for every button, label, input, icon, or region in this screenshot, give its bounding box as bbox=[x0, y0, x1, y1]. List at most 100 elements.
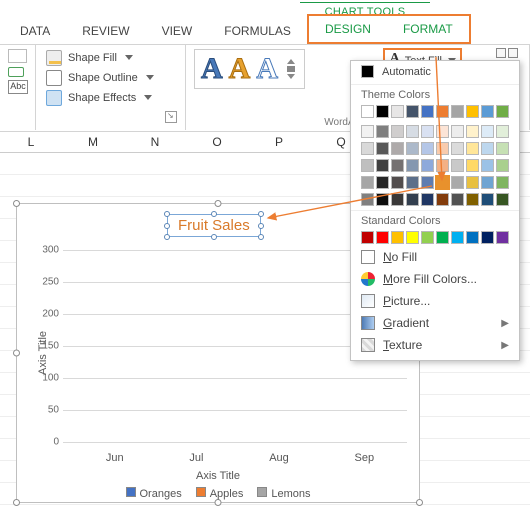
texture-item[interactable]: Texture ▶ bbox=[351, 334, 519, 356]
color-swatch[interactable] bbox=[496, 159, 509, 172]
color-swatch[interactable] bbox=[466, 159, 479, 172]
wordart-preset-2[interactable]: A bbox=[229, 54, 251, 84]
color-swatch[interactable] bbox=[481, 105, 494, 118]
color-swatch[interactable] bbox=[376, 125, 389, 138]
wordart-preset-1[interactable]: A bbox=[201, 54, 223, 84]
col-header[interactable]: P bbox=[248, 132, 310, 152]
color-swatch[interactable] bbox=[496, 142, 509, 155]
color-swatch[interactable] bbox=[451, 231, 464, 244]
color-swatch[interactable] bbox=[496, 105, 509, 118]
color-swatch[interactable] bbox=[421, 231, 434, 244]
color-swatch[interactable] bbox=[406, 125, 419, 138]
color-swatch[interactable] bbox=[376, 231, 389, 244]
col-header[interactable]: M bbox=[62, 132, 124, 152]
color-swatch[interactable] bbox=[421, 142, 434, 155]
color-swatch[interactable] bbox=[436, 125, 449, 138]
color-swatch[interactable] bbox=[421, 159, 434, 172]
tab-data[interactable]: DATA bbox=[4, 18, 66, 44]
color-swatch[interactable] bbox=[496, 193, 509, 206]
dialog-launcher-icon[interactable] bbox=[165, 111, 177, 123]
color-swatch[interactable] bbox=[466, 176, 479, 189]
color-swatch[interactable] bbox=[466, 125, 479, 138]
color-swatch[interactable] bbox=[421, 193, 434, 206]
gradient-item[interactable]: Gradient ▶ bbox=[351, 312, 519, 334]
gallery-more-icon[interactable] bbox=[284, 54, 298, 84]
col-header[interactable]: N bbox=[124, 132, 186, 152]
color-swatch[interactable] bbox=[436, 159, 449, 172]
color-swatch[interactable] bbox=[481, 142, 494, 155]
color-swatch[interactable] bbox=[361, 142, 374, 155]
color-swatch[interactable] bbox=[376, 176, 389, 189]
color-swatch[interactable] bbox=[406, 159, 419, 172]
legend-item[interactable]: Oranges bbox=[126, 487, 182, 500]
color-swatch[interactable] bbox=[376, 105, 389, 118]
color-swatch[interactable] bbox=[481, 176, 494, 189]
wordart-gallery[interactable]: A A A bbox=[194, 49, 305, 89]
picture-item[interactable]: Picture... bbox=[351, 290, 519, 312]
tab-review[interactable]: REVIEW bbox=[66, 18, 145, 44]
legend-item[interactable]: Apples bbox=[196, 487, 244, 500]
color-swatch[interactable] bbox=[451, 193, 464, 206]
color-swatch[interactable] bbox=[406, 193, 419, 206]
resize-handle[interactable] bbox=[13, 499, 20, 506]
x-axis-title[interactable]: Axis Title bbox=[17, 470, 419, 482]
color-swatch[interactable] bbox=[451, 142, 464, 155]
shape-effects-button[interactable]: Shape Effects bbox=[44, 89, 177, 107]
color-swatch[interactable] bbox=[361, 125, 374, 138]
color-swatch[interactable] bbox=[466, 142, 479, 155]
color-swatch[interactable] bbox=[391, 176, 404, 189]
color-swatch[interactable] bbox=[451, 159, 464, 172]
col-header[interactable]: L bbox=[0, 132, 62, 152]
resize-handle[interactable] bbox=[13, 350, 20, 357]
color-swatch[interactable] bbox=[376, 142, 389, 155]
color-swatch[interactable] bbox=[436, 231, 449, 244]
color-swatch[interactable] bbox=[436, 105, 449, 118]
chart-title[interactable]: Fruit Sales bbox=[167, 214, 261, 237]
shape-outline-button[interactable]: Shape Outline bbox=[44, 69, 177, 87]
color-swatch[interactable] bbox=[496, 176, 509, 189]
color-swatch[interactable] bbox=[436, 142, 449, 155]
legend-item[interactable]: Lemons bbox=[257, 487, 310, 500]
color-swatch[interactable] bbox=[481, 159, 494, 172]
tab-design[interactable]: DESIGN bbox=[309, 16, 387, 42]
color-swatch[interactable] bbox=[496, 125, 509, 138]
resize-handle[interactable] bbox=[215, 499, 222, 506]
resize-handle[interactable] bbox=[13, 200, 20, 207]
color-swatch[interactable] bbox=[436, 176, 449, 189]
color-swatch[interactable] bbox=[361, 176, 374, 189]
more-colors-item[interactable]: More Fill Colors... bbox=[351, 268, 519, 290]
color-swatch[interactable] bbox=[361, 193, 374, 206]
color-swatch[interactable] bbox=[436, 193, 449, 206]
color-swatch[interactable] bbox=[361, 159, 374, 172]
color-swatch[interactable] bbox=[361, 105, 374, 118]
color-swatch[interactable] bbox=[406, 105, 419, 118]
color-swatch[interactable] bbox=[466, 105, 479, 118]
color-swatch[interactable] bbox=[361, 231, 374, 244]
color-swatch[interactable] bbox=[391, 125, 404, 138]
color-swatch[interactable] bbox=[481, 193, 494, 206]
color-swatch[interactable] bbox=[406, 176, 419, 189]
color-swatch[interactable] bbox=[406, 231, 419, 244]
tab-view[interactable]: VIEW bbox=[146, 18, 209, 44]
color-swatch[interactable] bbox=[466, 231, 479, 244]
resize-handle[interactable] bbox=[416, 499, 423, 506]
color-swatch[interactable] bbox=[451, 105, 464, 118]
color-swatch[interactable] bbox=[391, 159, 404, 172]
color-swatch[interactable] bbox=[496, 231, 509, 244]
color-swatch[interactable] bbox=[406, 142, 419, 155]
color-swatch[interactable] bbox=[481, 125, 494, 138]
color-swatch[interactable] bbox=[481, 231, 494, 244]
y-axis-title[interactable]: Axis Title bbox=[37, 331, 49, 375]
automatic-item[interactable]: Automatic bbox=[351, 61, 519, 82]
color-swatch[interactable] bbox=[391, 193, 404, 206]
resize-handle[interactable] bbox=[215, 200, 222, 207]
shape-fill-button[interactable]: Shape Fill bbox=[44, 49, 177, 67]
wordart-preset-3[interactable]: A bbox=[256, 54, 278, 84]
color-swatch[interactable] bbox=[451, 176, 464, 189]
color-swatch[interactable] bbox=[451, 125, 464, 138]
legend[interactable]: Oranges Apples Lemons bbox=[17, 487, 419, 500]
color-swatch[interactable] bbox=[391, 231, 404, 244]
color-swatch[interactable] bbox=[421, 125, 434, 138]
color-swatch[interactable] bbox=[391, 105, 404, 118]
tab-format[interactable]: FORMAT bbox=[387, 16, 469, 42]
